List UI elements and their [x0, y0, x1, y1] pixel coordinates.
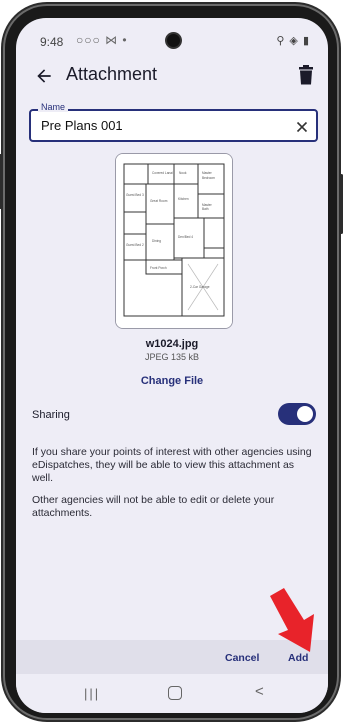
sharing-toggle[interactable]: [278, 403, 316, 425]
system-back-button[interactable]: <: [255, 683, 264, 700]
notification-icons: ○○○ ⋈ •: [76, 33, 128, 47]
attachment-thumbnail[interactable]: Covered Lanai Nook Master Bedroom Guest …: [115, 153, 233, 329]
recent-apps-button[interactable]: |||: [84, 686, 100, 701]
svg-text:2-Car Garage: 2-Car Garage: [190, 285, 210, 289]
cancel-button[interactable]: Cancel: [225, 652, 259, 664]
svg-text:Bedroom: Bedroom: [202, 176, 215, 180]
toggle-knob: [297, 406, 313, 422]
file-meta: JPEG 135 kB: [144, 352, 200, 362]
svg-text:Guest Bed 3: Guest Bed 3: [126, 193, 144, 197]
edit-info-paragraph: Other agencies will not be able to edit …: [32, 494, 275, 519]
svg-text:Kitchen: Kitchen: [178, 197, 189, 201]
svg-text:Covered Lanai: Covered Lanai: [152, 171, 173, 175]
annotation-arrow-icon: [270, 588, 314, 652]
trash-icon: [299, 65, 313, 85]
svg-text:Front Porch: Front Porch: [150, 266, 167, 270]
change-file-button[interactable]: Change File: [16, 375, 328, 387]
floor-plan-image: Covered Lanai Nook Master Bedroom Guest …: [116, 154, 232, 328]
svg-text:Nook: Nook: [179, 171, 187, 175]
system-nav-bar: ||| <: [16, 674, 328, 713]
volume-button: [0, 154, 2, 209]
system-status-icons: ⚲ ◈ ▮: [276, 35, 310, 47]
svg-text:Den/Bed 4: Den/Bed 4: [178, 235, 193, 239]
change-file-label: Change File: [140, 375, 204, 387]
sharing-info-paragraph: If you share your points of interest wit…: [32, 446, 312, 484]
status-bar: 9:48 ○○○ ⋈ • ⚲ ◈ ▮: [16, 18, 328, 52]
status-time: 9:48: [40, 35, 64, 49]
sharing-label: Sharing: [32, 409, 70, 421]
svg-text:Bath: Bath: [202, 207, 209, 211]
file-name: w1024.jpg: [145, 338, 199, 350]
svg-text:Great Room: Great Room: [150, 199, 168, 203]
close-icon: [296, 121, 308, 133]
name-input[interactable]: Pre Plans 001: [29, 109, 318, 142]
app-bar: Attachment: [16, 56, 328, 100]
front-camera: [167, 34, 180, 47]
screen: 9:48 ○○○ ⋈ • ⚲ ◈ ▮ Attachment Pre Plans: [16, 18, 328, 713]
phone-frame: 9:48 ○○○ ⋈ • ⚲ ◈ ▮ Attachment Pre Plans: [0, 4, 343, 720]
arrow-back-icon: [37, 69, 51, 83]
svg-text:Dining: Dining: [152, 239, 161, 243]
name-field-label: Name: [38, 102, 69, 112]
back-button[interactable]: [32, 64, 56, 88]
home-button[interactable]: [168, 686, 182, 700]
delete-button[interactable]: [298, 65, 316, 87]
svg-text:Master: Master: [202, 171, 213, 175]
clear-name-button[interactable]: [296, 116, 308, 138]
svg-text:Guest Bed 2: Guest Bed 2: [126, 243, 144, 247]
power-button: [340, 174, 343, 234]
name-input-value[interactable]: Pre Plans 001: [41, 118, 123, 133]
page-title: Attachment: [66, 64, 158, 84]
